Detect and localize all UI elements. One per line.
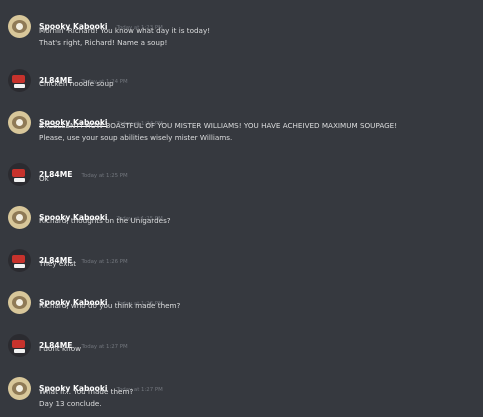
message-text: Mornin' Richard! You know what day it is… <box>39 26 211 35</box>
message-text: What if... You made them? <box>39 387 134 396</box>
avatar[interactable] <box>8 69 31 92</box>
message-text: Ok <box>39 174 49 183</box>
avatar[interactable] <box>8 111 31 134</box>
message-text: That's right, Richard! Name a soup! <box>39 38 168 47</box>
message-text: Chicken noodle soup <box>39 79 114 88</box>
message-text: Richard, thoughts on the Unigardes? <box>39 216 171 225</box>
message-text: Day 13 conclude. <box>39 399 102 408</box>
avatar[interactable] <box>8 377 31 400</box>
avatar[interactable] <box>8 334 31 357</box>
chat-message-list: Spooky Kabooki Today at 1:23 PM Mornin' … <box>0 0 483 417</box>
avatar[interactable] <box>8 249 31 272</box>
avatar[interactable] <box>8 15 31 38</box>
message-text: I dont know <box>39 344 82 353</box>
avatar[interactable] <box>8 291 31 314</box>
timestamp: Today at 1:26 PM <box>81 259 128 265</box>
message-text: They exist <box>39 259 77 268</box>
avatar[interactable] <box>8 163 31 186</box>
avatar[interactable] <box>8 206 31 229</box>
timestamp: Today at 1:25 PM <box>81 173 128 179</box>
timestamp: Today at 1:27 PM <box>81 344 128 350</box>
message-text: EXCELLENT! HOW BOASTFUL OF YOU MISTER WI… <box>39 121 398 130</box>
message-header: 2L84ME Today at 1:25 PM <box>39 162 128 181</box>
message-text: Please, use your soup abilities wisely m… <box>39 133 233 142</box>
message-text: Richard, who do you think made them? <box>39 301 181 310</box>
